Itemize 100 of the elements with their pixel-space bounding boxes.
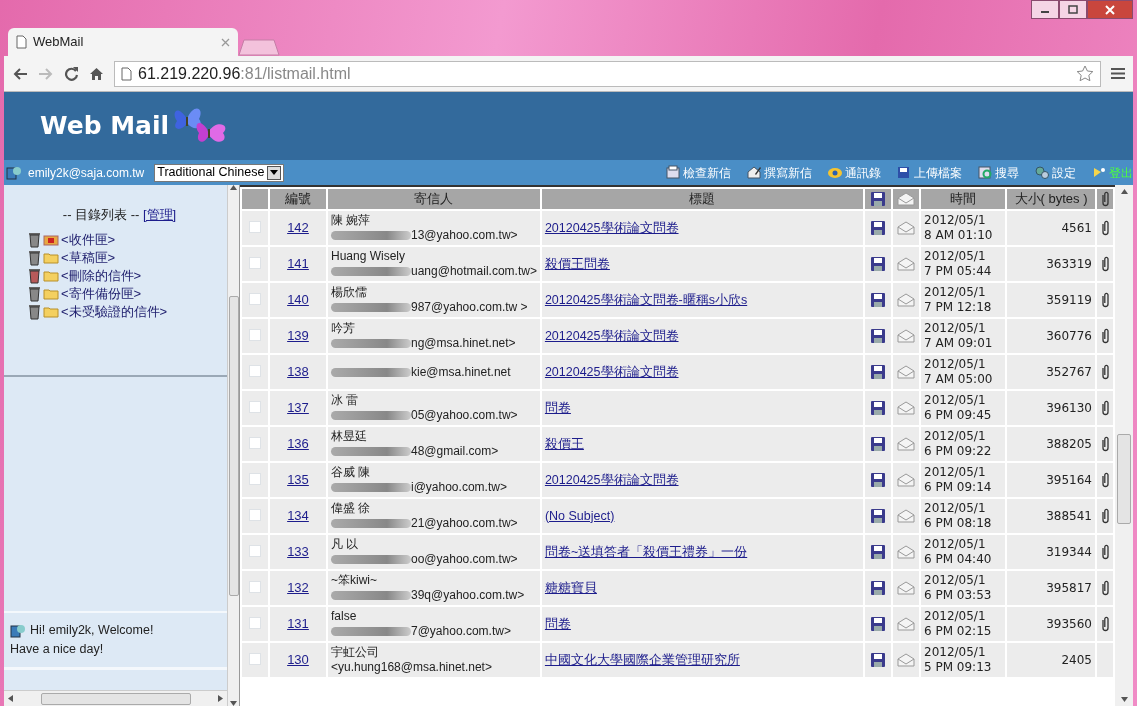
save-icon[interactable] [870,292,886,308]
forward-icon[interactable] [38,66,54,81]
trash-can-icon[interactable] [28,285,41,302]
folder-link[interactable]: <刪除的信件> [28,266,227,285]
subject-link[interactable]: 殺價王問卷 [544,256,610,271]
row-checkbox[interactable] [249,400,261,413]
save-icon[interactable] [870,400,886,416]
scroll-up-icon[interactable] [1120,189,1128,194]
envelope-icon[interactable] [897,473,915,487]
row-checkbox[interactable] [249,544,261,557]
toolbar-link[interactable]: 上傳檔案 [897,163,962,182]
message-number-link[interactable]: 130 [287,652,309,667]
row-checkbox[interactable] [249,616,261,629]
row-checkbox[interactable] [249,256,261,269]
toolbar-link[interactable]: 通訊錄 [828,163,881,182]
minimize-button[interactable] [1031,0,1059,19]
subject-link[interactable]: 問卷 [544,616,571,631]
envelope-icon[interactable] [897,329,915,343]
subject-link[interactable]: 20120425學術論文問卷 [544,364,679,379]
column-header[interactable]: 時間 [921,189,1005,209]
subject-link[interactable]: (No Subject) [544,508,615,523]
close-button[interactable] [1087,0,1133,19]
save-icon[interactable] [870,220,886,236]
toolbar-link[interactable]: 搜尋 [978,163,1019,182]
envelope-icon[interactable] [897,509,915,523]
subject-link[interactable]: 問卷 [544,400,571,415]
message-number-link[interactable]: 141 [287,256,309,271]
toolbar-link[interactable]: 檢查新信 [666,163,731,182]
folder-link[interactable]: <草稿匣> [28,248,227,267]
save-icon[interactable] [870,580,886,596]
message-number-link[interactable]: 142 [287,220,309,235]
scrollbar-thumb[interactable] [40,692,191,705]
scrollbar-thumb[interactable] [1117,434,1131,524]
column-header[interactable]: 寄信人 [328,189,540,209]
message-number-link[interactable]: 136 [287,436,309,451]
column-header[interactable]: 編號 [270,189,326,209]
envelope-icon[interactable] [897,221,915,235]
trash-can-icon[interactable] [28,231,41,248]
save-icon[interactable] [870,328,886,344]
scrollbar-thumb[interactable] [228,295,239,596]
trash-can-icon[interactable] [28,303,41,320]
folder-link[interactable]: <未受驗證的信件> [28,302,227,321]
envelope-icon[interactable] [897,545,915,559]
scrollbar[interactable] [4,690,227,706]
subject-link[interactable]: 20120425學術論文問卷 [544,220,679,235]
save-icon[interactable] [870,256,886,272]
row-checkbox[interactable] [249,328,261,341]
save-icon[interactable] [870,436,886,452]
row-checkbox[interactable] [249,364,261,377]
column-header[interactable]: 標題 [541,189,863,209]
row-checkbox[interactable] [249,220,261,233]
envelope-icon[interactable] [897,581,915,595]
save-icon[interactable] [870,472,886,488]
envelope-icon[interactable] [897,653,915,667]
message-number-link[interactable]: 140 [287,292,309,307]
manage-link[interactable]: [管理] [142,207,177,222]
reload-icon[interactable] [64,66,79,81]
subject-link[interactable]: 糖糖寶貝 [544,580,597,595]
message-number-link[interactable]: 132 [287,580,309,595]
save-icon[interactable] [870,616,886,632]
envelope-icon[interactable] [897,617,915,631]
address-field[interactable]: 61.219.220.96:81/listmail.html [114,60,1101,87]
close-icon[interactable] [221,37,230,47]
row-checkbox[interactable] [249,472,261,485]
scroll-down-icon[interactable] [230,701,237,706]
menu-icon[interactable] [1111,67,1125,80]
message-number-link[interactable]: 135 [287,472,309,487]
message-number-link[interactable]: 133 [287,544,309,559]
home-icon[interactable] [89,66,104,81]
language-select[interactable]: Traditional Chinese [154,163,285,182]
folder-link[interactable]: <寄件備份匣> [28,284,227,303]
envelope-icon[interactable] [897,437,915,451]
row-checkbox[interactable] [249,652,261,665]
trash-can-icon[interactable] [28,249,41,266]
scrollbar[interactable] [1115,185,1133,706]
column-header[interactable]: 大小( bytes ) [1007,189,1095,209]
envelope-icon[interactable] [897,293,915,307]
message-number-link[interactable]: 137 [287,400,309,415]
new-tab-icon[interactable] [238,38,280,56]
envelope-icon[interactable] [897,365,915,379]
back-icon[interactable] [12,66,28,81]
envelope-icon[interactable] [897,257,915,271]
folder-link[interactable]: <收件匣> [28,230,227,249]
scroll-left-icon[interactable] [8,695,13,702]
scrollbar[interactable] [227,185,239,706]
full-trash-can-icon[interactable] [28,267,41,284]
message-number-link[interactable]: 138 [287,364,309,379]
row-checkbox[interactable] [249,508,261,521]
subject-link[interactable]: 20120425學術論文問卷 [544,472,679,487]
row-checkbox[interactable] [249,292,261,305]
row-checkbox[interactable] [249,580,261,593]
maximize-button[interactable] [1059,0,1087,19]
save-icon[interactable] [870,544,886,560]
message-number-link[interactable]: 134 [287,508,309,523]
row-checkbox[interactable] [249,436,261,449]
toolbar-link[interactable]: 撰寫新信 [747,163,812,182]
envelope-icon[interactable] [897,401,915,415]
save-icon[interactable] [870,652,886,668]
browser-tab[interactable]: WebMail [8,28,238,56]
save-icon[interactable] [870,508,886,524]
